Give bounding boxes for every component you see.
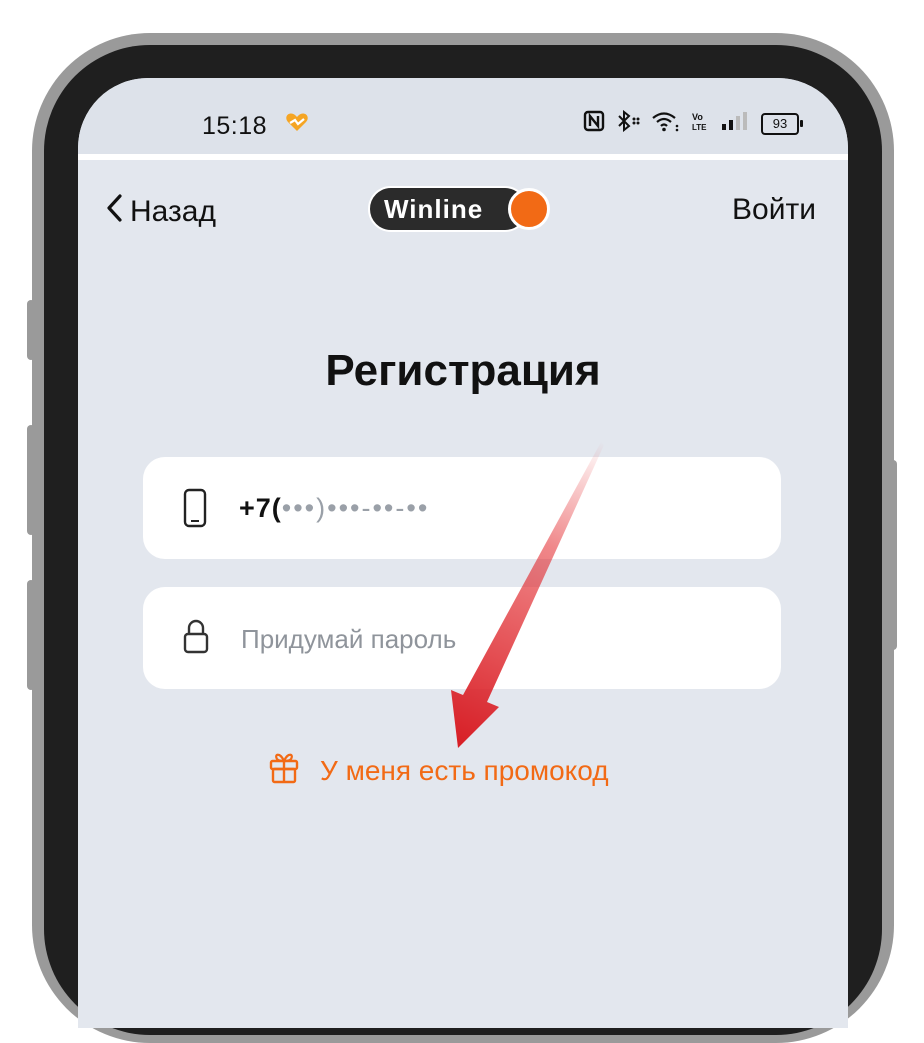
svg-text:LTE: LTE <box>692 123 707 132</box>
battery-tip <box>800 120 803 127</box>
promo-label: У меня есть промокод <box>320 754 609 786</box>
side-button-left-3 <box>27 580 35 690</box>
winline-logo: Winline <box>368 186 558 232</box>
phone-screen: 15:18 Vo LTE 93 Назад Winline Войти Реги… <box>78 78 848 1028</box>
logo-dot <box>508 188 550 230</box>
back-label: Назад <box>130 195 216 228</box>
status-icons: Vo LTE 93 <box>583 109 803 137</box>
smartphone-icon <box>183 488 207 533</box>
phone-value: +7(•••)•••-••-•• <box>239 493 429 524</box>
side-button-left-2 <box>27 425 35 535</box>
logo-text: Winline <box>368 186 528 232</box>
status-bar: 15:18 Vo LTE 93 <box>78 78 848 154</box>
lock-icon <box>183 618 209 659</box>
volte-icon: Vo LTE <box>691 110 711 137</box>
nav-bar: Назад Winline Войти <box>78 178 848 248</box>
side-button-right <box>889 460 897 650</box>
wifi-icon <box>651 110 681 137</box>
status-divider <box>78 154 848 160</box>
battery-level: 93 <box>761 112 799 135</box>
back-button[interactable]: Назад <box>106 193 216 231</box>
phone-mask-area: ••• <box>281 493 317 523</box>
promo-code-link[interactable]: У меня есть промокод <box>268 750 609 791</box>
signal-icon <box>721 111 751 136</box>
login-button[interactable]: Войти <box>732 193 816 227</box>
status-time: 15:18 <box>202 112 268 140</box>
phone-mask-number: )•••-••-•• <box>316 493 430 523</box>
password-input[interactable] <box>239 615 743 663</box>
phone-field[interactable]: +7(•••)•••-••-•• <box>143 457 781 559</box>
svg-text:Vo: Vo <box>692 112 703 122</box>
bluetooth-icon <box>615 109 641 137</box>
side-button-left-1 <box>27 300 35 360</box>
nfc-icon <box>583 110 605 137</box>
chevron-left-icon <box>106 193 124 231</box>
phone-prefix: +7( <box>239 493 282 523</box>
page-title: Регистрация <box>325 346 601 395</box>
gift-icon <box>268 750 300 791</box>
battery-icon: 93 <box>761 112 803 135</box>
heart-icon <box>285 111 309 138</box>
password-field[interactable] <box>143 587 781 689</box>
